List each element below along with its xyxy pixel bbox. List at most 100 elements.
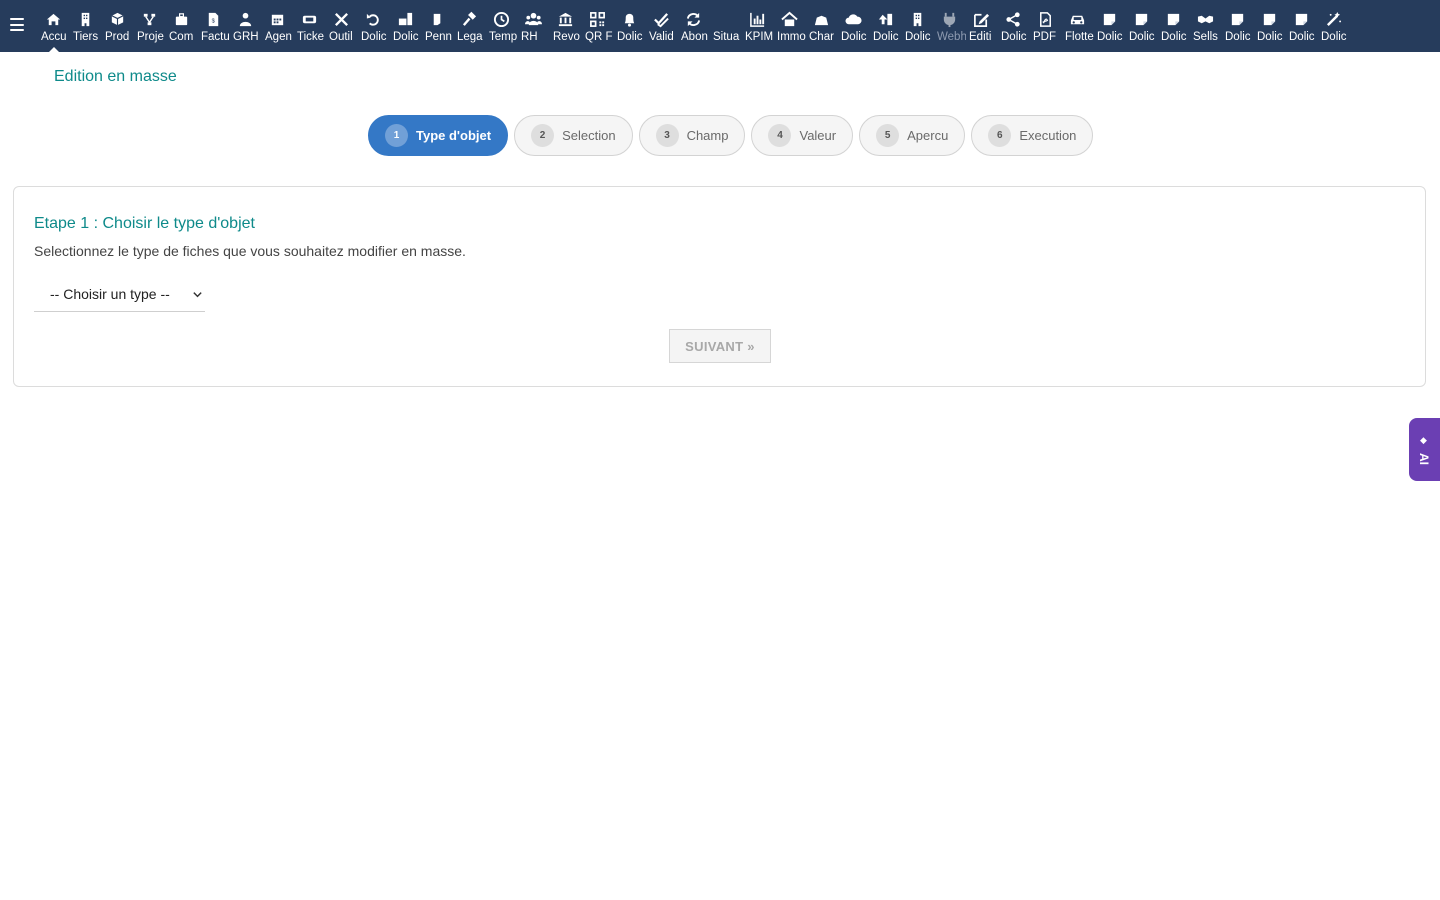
object-type-select[interactable]: -- Choisir un type --	[34, 281, 205, 312]
menu-item-36[interactable]: Sells	[1190, 0, 1222, 52]
menu-item-label: Com	[169, 31, 194, 43]
menu-item-15[interactable]: RH	[518, 0, 550, 52]
menu-item-40[interactable]: Dolic	[1318, 0, 1350, 52]
menu-item-8[interactable]: Ticke	[294, 0, 326, 52]
step-number: 6	[988, 124, 1012, 147]
hamburger-icon[interactable]	[10, 18, 24, 31]
step-number: 3	[655, 124, 679, 147]
note-icon	[1295, 13, 1308, 26]
menu-item-33[interactable]: Dolic	[1094, 0, 1126, 52]
menu-item-7[interactable]: Agen	[262, 0, 294, 52]
menu-item-26[interactable]: Dolic	[870, 0, 902, 52]
menu-item-13[interactable]: Lega	[454, 0, 486, 52]
menu-item-label: Penn	[425, 31, 452, 43]
note-icon	[1135, 13, 1148, 26]
menu-item-34[interactable]: Dolic	[1126, 0, 1158, 52]
top-navigation-bar: Accu Tiers Prod Proje Com $ Factu GRH Agen Ticke O…	[0, 0, 1440, 52]
menu-item-label: QR F	[585, 31, 613, 43]
gavel-icon	[462, 11, 477, 26]
menu-item-label: Prod	[105, 31, 130, 43]
menu-item-label: Dolic	[905, 31, 931, 43]
menu-item-label: Dolic	[1129, 31, 1155, 43]
menu-item-12[interactable]: Penn	[422, 0, 454, 52]
step-4[interactable]: 4 Valeur	[751, 115, 854, 156]
menu-item-9[interactable]: Outil	[326, 0, 358, 52]
menu-item-18[interactable]: Dolic	[614, 0, 646, 52]
step-3[interactable]: 3 Champ	[638, 115, 746, 156]
bank-icon	[558, 12, 573, 27]
menu-item-5[interactable]: $ Factu	[198, 0, 230, 52]
menu-item-32[interactable]: Flotte	[1062, 0, 1094, 52]
menu-item-39[interactable]: Dolic	[1286, 0, 1318, 52]
menu-item-10[interactable]: Dolic	[358, 0, 390, 52]
ai-assistant-tab[interactable]: ◆ AI	[1409, 418, 1440, 481]
menu-item-35[interactable]: Dolic	[1158, 0, 1190, 52]
pdf-icon	[1040, 12, 1051, 27]
menu-item-label: Dolic	[1289, 31, 1315, 43]
step-label: Execution	[1019, 128, 1077, 143]
blank-icon	[717, 11, 734, 28]
menu-item-19[interactable]: Valid	[646, 0, 678, 52]
menu-item-20[interactable]: Abon	[678, 0, 710, 52]
menu-item-label: Editi	[969, 31, 992, 43]
menu-item-label: Agen	[265, 31, 292, 43]
menu-item-3[interactable]: Proje	[134, 0, 166, 52]
menu-item-38[interactable]: Dolic	[1254, 0, 1286, 52]
menu-item-25[interactable]: Dolic	[838, 0, 870, 52]
step-description: Selectionnez le type de fiches que vous …	[34, 243, 466, 259]
magic-icon	[1326, 11, 1342, 27]
calendar-icon	[271, 14, 284, 26]
menu-item-label: PDF	[1033, 31, 1056, 43]
note-icon	[1103, 13, 1116, 26]
menu-item-16[interactable]: Revo	[550, 0, 582, 52]
page-icon	[433, 13, 441, 26]
step-5[interactable]: 5 Apercu	[859, 115, 966, 156]
menu-item-27[interactable]: Dolic	[902, 0, 934, 52]
briefcase-doc-icon	[398, 12, 413, 26]
menu-item-14[interactable]: Temp	[486, 0, 518, 52]
menu-item-1[interactable]: Tiers	[70, 0, 102, 52]
tools-icon	[334, 12, 349, 27]
menu-item-37[interactable]: Dolic	[1222, 0, 1254, 52]
menu-item-29[interactable]: Editi	[966, 0, 998, 52]
menu-item-label: Abon	[681, 31, 708, 43]
menu-item-24[interactable]: Char	[806, 0, 838, 52]
step-6[interactable]: 6 Execution	[971, 115, 1094, 156]
menu-item-0[interactable]: Accu	[38, 0, 70, 52]
menu-item-label: Dolic	[361, 31, 387, 43]
menu-item-2[interactable]: Prod	[102, 0, 134, 52]
menu-item-label: Immo	[777, 31, 806, 43]
step-number: 2	[531, 124, 555, 147]
user-tie-icon	[239, 12, 252, 27]
menu-item-label: RH	[521, 31, 538, 43]
menu-item-30[interactable]: Dolic	[998, 0, 1030, 52]
invoice-icon: $	[208, 12, 219, 27]
menu-item-label: Sells	[1193, 31, 1218, 43]
step-1[interactable]: 1 Type d'objet	[368, 115, 509, 156]
menu-item-28[interactable]: Webh	[934, 0, 966, 52]
next-button[interactable]: SUIVANT »	[669, 329, 771, 363]
step-title: Etape 1 : Choisir le type d'objet	[34, 215, 255, 232]
menu-item-label: Ticke	[297, 31, 325, 43]
menu-item-4[interactable]: Com	[166, 0, 198, 52]
menu-item-23[interactable]: Immo	[774, 0, 806, 52]
menu-item-6[interactable]: GRH	[230, 0, 262, 52]
menu-item-label: Lega	[457, 31, 483, 43]
top-menu: Accu Tiers Prod Proje Com $ Factu GRH Agen Ticke O…	[38, 0, 1350, 52]
menu-item-label: Dolic	[873, 31, 899, 43]
menu-item-31[interactable]: PDF	[1030, 0, 1062, 52]
building-icon	[913, 12, 922, 27]
note-icon	[1231, 13, 1244, 26]
menu-item-17[interactable]: QR F	[582, 0, 614, 52]
pile-icon	[814, 15, 829, 26]
menu-item-label: Factu	[201, 31, 230, 43]
menu-item-label: Dolic	[1097, 31, 1123, 43]
menu-item-21[interactable]: Situa	[710, 0, 742, 52]
menu-item-11[interactable]: Dolic	[390, 0, 422, 52]
step-2[interactable]: 2 Selection	[514, 115, 633, 156]
menu-item-label: Revo	[553, 31, 580, 43]
double-check-icon	[654, 13, 669, 28]
menu-item-label: Valid	[649, 31, 674, 43]
step-panel: Etape 1 : Choisir le type d'objet Select…	[13, 186, 1426, 387]
menu-item-22[interactable]: KPIM	[742, 0, 774, 52]
